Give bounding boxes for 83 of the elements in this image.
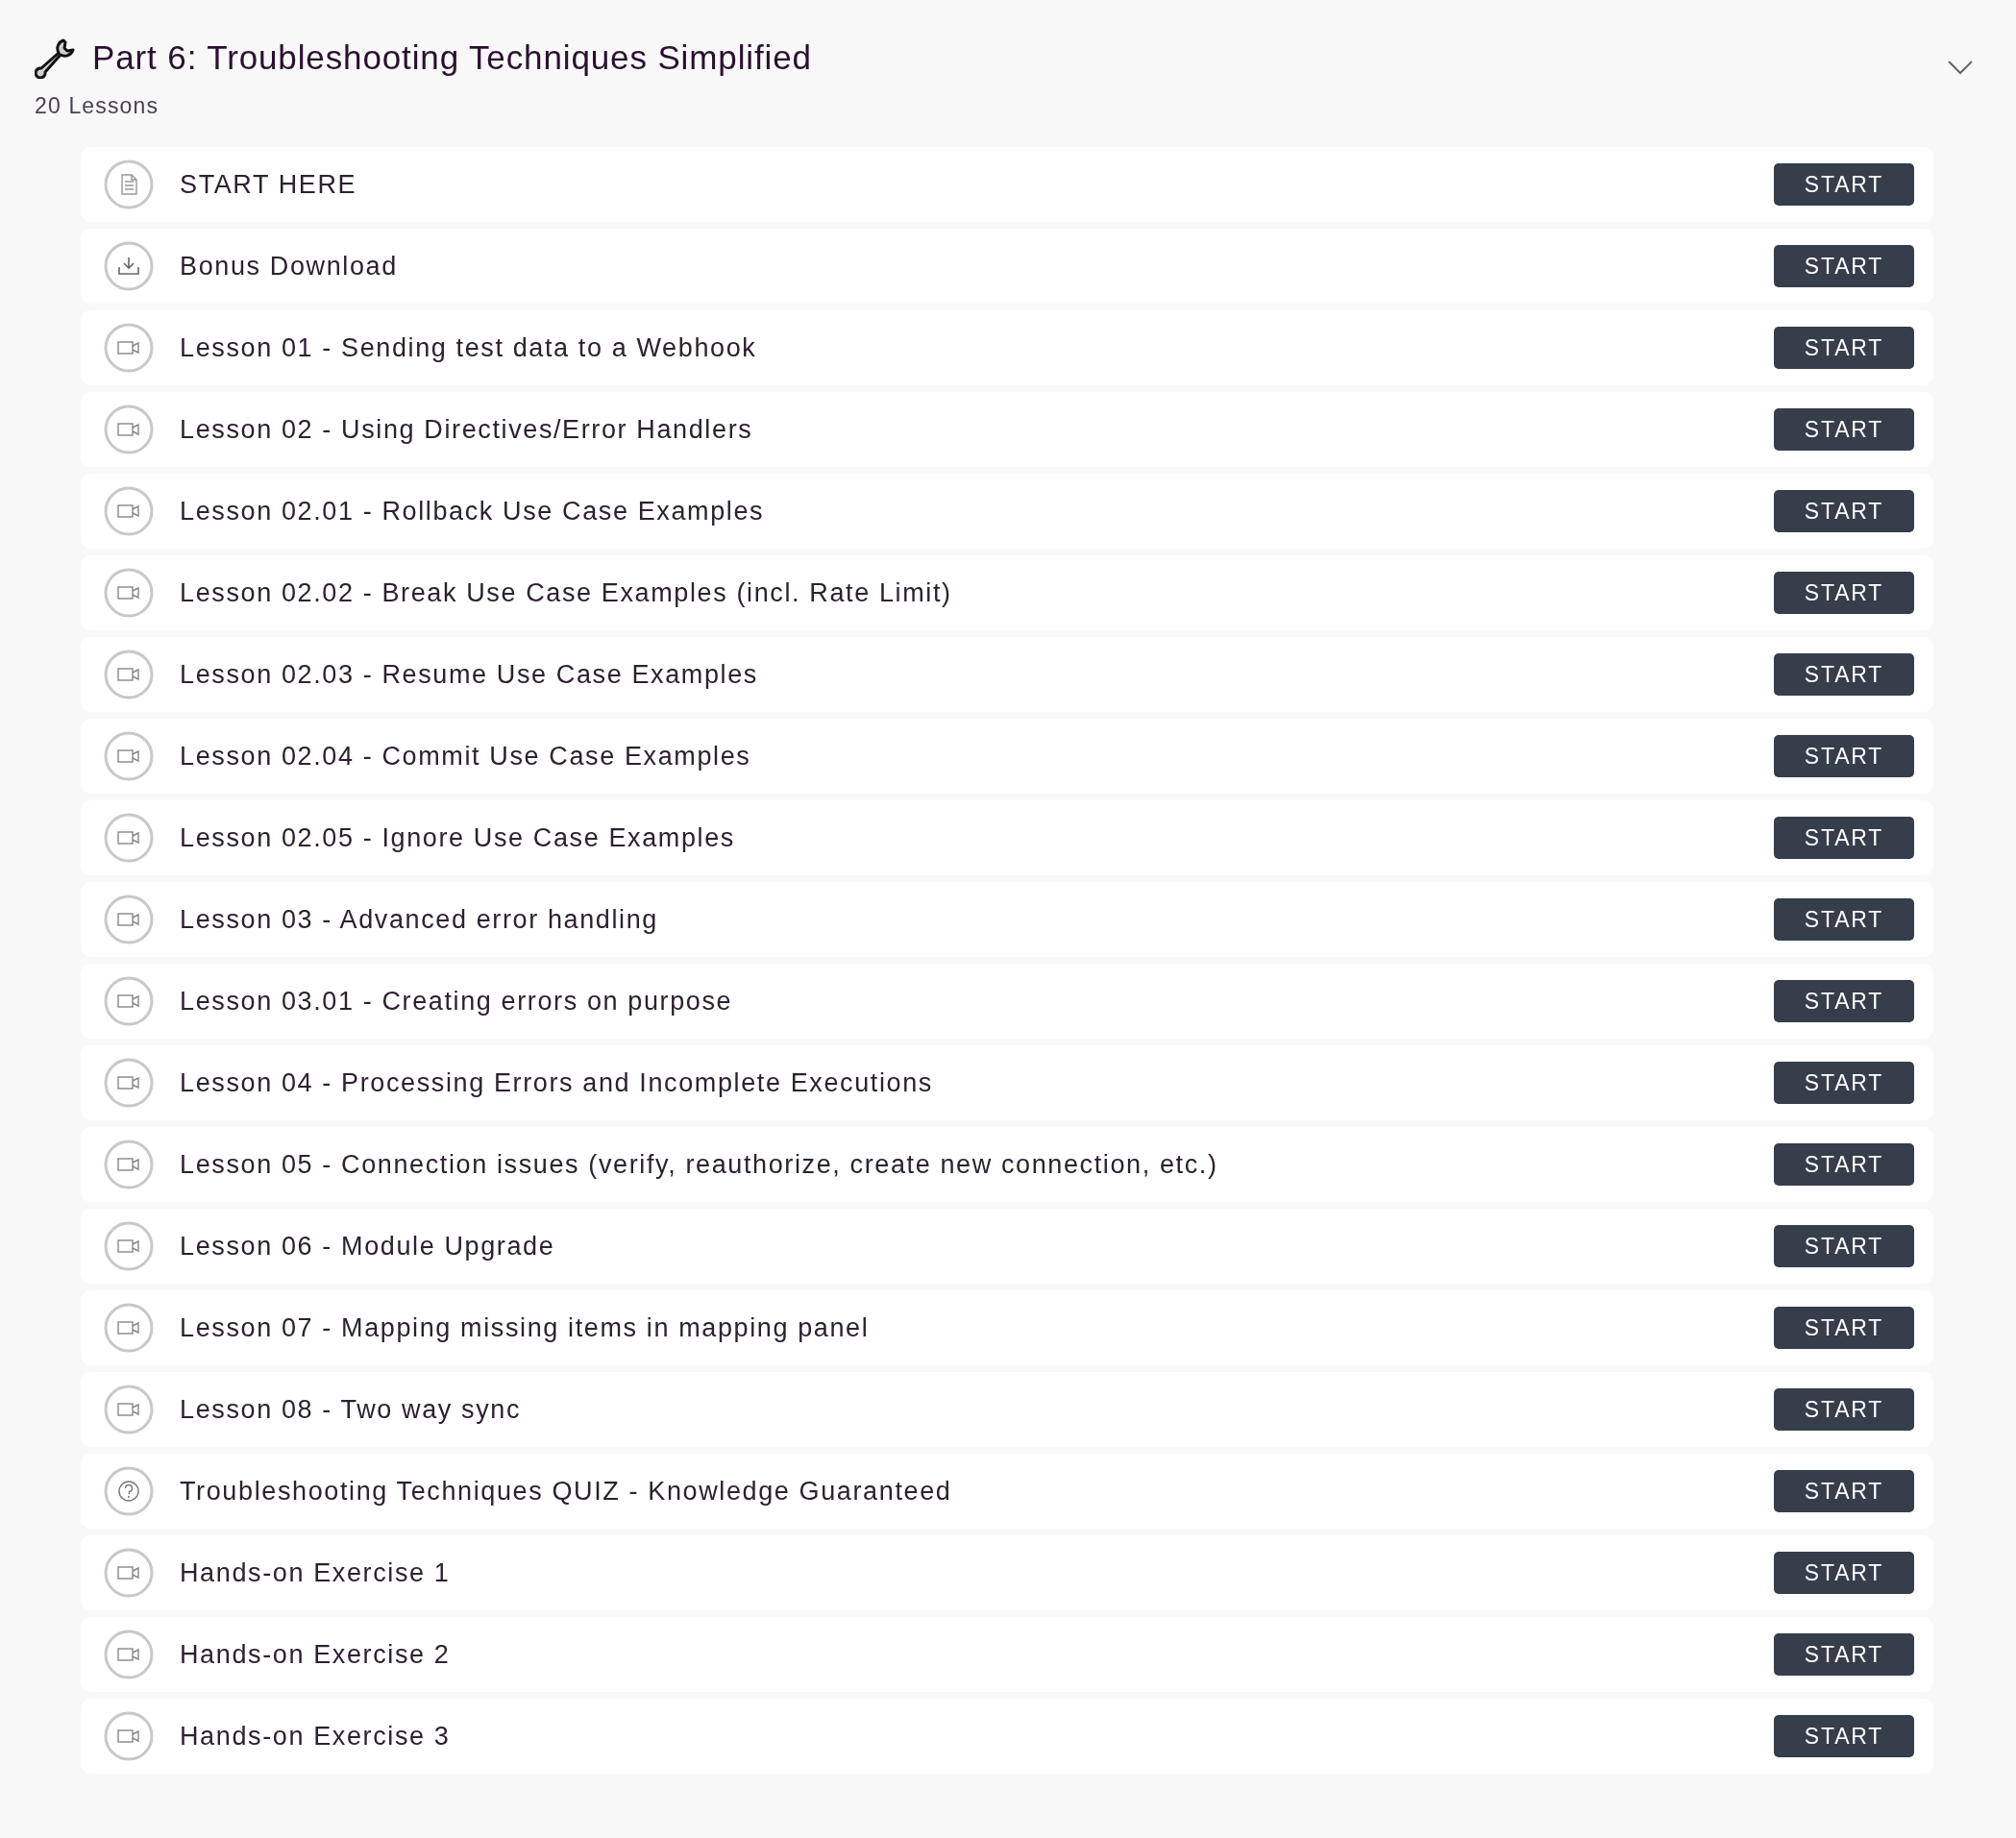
video-camera-icon	[104, 1385, 154, 1434]
lesson-title: Lesson 04 - Processing Errors and Incomplete Executions	[180, 1066, 934, 1099]
lesson-title: Lesson 02.01 - Rollback Use Case Examples	[180, 495, 766, 527]
start-button[interactable]: START	[1774, 1470, 1914, 1512]
lesson-row[interactable]: Lesson 02.05 - Ignore Use Case Examples START	[81, 800, 1933, 875]
video-camera-icon	[104, 1058, 154, 1108]
lesson-row[interactable]: Lesson 06 - Module Upgrade START	[81, 1209, 1933, 1284]
video-camera-icon	[104, 976, 154, 1026]
lesson-title: Lesson 07 - Mapping missing items in mapping panel	[180, 1311, 871, 1344]
lesson-title: Lesson 02.05 - Ignore Use Case Examples	[180, 821, 736, 854]
start-button[interactable]: START	[1774, 1388, 1914, 1431]
video-camera-icon	[104, 813, 154, 863]
lesson-row[interactable]: Lesson 05 - Connection issues (verify, reauthorize, create new connection, etc.) START	[81, 1127, 1933, 1202]
start-button[interactable]: START	[1774, 980, 1914, 1022]
lesson-row[interactable]: Lesson 02.04 - Commit Use Case Examples START	[81, 719, 1933, 794]
start-button[interactable]: START	[1774, 408, 1914, 451]
lesson-title: Lesson 02 - Using Directives/Error Handlers	[180, 413, 754, 446]
video-camera-icon	[104, 1711, 154, 1761]
lesson-row[interactable]: Lesson 02.02 - Break Use Case Examples (incl. Rate Limit) START	[81, 555, 1933, 630]
lesson-row[interactable]: START HERE START	[81, 147, 1933, 222]
lesson-count: 20 Lessons	[35, 91, 160, 120]
video-camera-icon	[104, 568, 154, 618]
video-camera-icon	[104, 1630, 154, 1679]
lesson-title: Lesson 06 - Module Upgrade	[180, 1230, 556, 1262]
video-camera-icon	[104, 894, 154, 944]
lesson-row[interactable]: Bonus Download START	[81, 229, 1933, 304]
lesson-row[interactable]: Troubleshooting Techniques QUIZ - Knowledge Guaranteed START	[81, 1454, 1933, 1529]
start-button[interactable]: START	[1774, 1715, 1914, 1757]
lesson-title: Bonus Download	[180, 250, 399, 282]
start-button[interactable]: START	[1774, 898, 1914, 941]
lesson-row[interactable]: Lesson 02.03 - Resume Use Case Examples START	[81, 637, 1933, 712]
start-button[interactable]: START	[1774, 490, 1914, 532]
video-camera-icon	[104, 486, 154, 536]
start-button[interactable]: START	[1774, 735, 1914, 777]
lesson-title: Lesson 02.04 - Commit Use Case Examples	[180, 740, 752, 772]
lesson-row[interactable]: Lesson 03.01 - Creating errors on purpose START	[81, 964, 1933, 1039]
lesson-title: Lesson 01 - Sending test data to a Webhook	[180, 331, 758, 364]
lesson-row[interactable]: Lesson 03 - Advanced error handling START	[81, 882, 1933, 957]
lesson-title: Lesson 08 - Two way sync	[180, 1393, 523, 1426]
start-button[interactable]: START	[1774, 1143, 1914, 1186]
lesson-row[interactable]: Lesson 07 - Mapping missing items in mapping panel START	[81, 1290, 1933, 1365]
section-title: Part 6: Troubleshooting Techniques Simplified	[92, 37, 812, 78]
start-button[interactable]: START	[1774, 1633, 1914, 1676]
video-camera-icon	[104, 1221, 154, 1271]
lesson-title: Lesson 02.02 - Break Use Case Examples (incl. Rate Limit)	[180, 576, 953, 609]
lesson-row[interactable]: Hands-on Exercise 1 START	[81, 1535, 1933, 1610]
video-camera-icon	[104, 1140, 154, 1189]
question-icon	[104, 1466, 154, 1516]
lesson-title: Lesson 02.03 - Resume Use Case Examples	[180, 658, 759, 691]
start-button[interactable]: START	[1774, 1552, 1914, 1594]
lesson-title: START HERE	[180, 168, 358, 201]
lesson-row[interactable]: Hands-on Exercise 2 START	[81, 1617, 1933, 1692]
lesson-title: Hands-on Exercise 3	[180, 1720, 452, 1752]
video-camera-icon	[104, 649, 154, 699]
video-camera-icon	[104, 323, 154, 373]
start-button[interactable]: START	[1774, 1307, 1914, 1349]
video-camera-icon	[104, 1548, 154, 1598]
lesson-row[interactable]: Lesson 02.01 - Rollback Use Case Examples START	[81, 474, 1933, 549]
lesson-row[interactable]: Lesson 04 - Processing Errors and Incomplete Executions START	[81, 1045, 1933, 1120]
lesson-title: Troubleshooting Techniques QUIZ - Knowledge Guaranteed	[180, 1475, 953, 1507]
start-button[interactable]: START	[1774, 653, 1914, 696]
video-camera-icon	[104, 404, 154, 454]
lesson-row[interactable]: Lesson 01 - Sending test data to a Webhook START	[81, 310, 1933, 385]
wrench-icon	[35, 37, 77, 80]
video-camera-icon	[104, 731, 154, 781]
start-button[interactable]: START	[1774, 1225, 1914, 1267]
lesson-row[interactable]: Lesson 02 - Using Directives/Error Handlers START	[81, 392, 1933, 467]
lesson-title: Lesson 03.01 - Creating errors on purpose	[180, 985, 734, 1017]
lesson-row[interactable]: Lesson 08 - Two way sync START	[81, 1372, 1933, 1447]
start-button[interactable]: START	[1774, 817, 1914, 859]
start-button[interactable]: START	[1774, 1062, 1914, 1104]
lesson-title: Hands-on Exercise 2	[180, 1638, 452, 1671]
lesson-title: Lesson 05 - Connection issues (verify, reauthorize, create new connection, etc.)	[180, 1148, 1219, 1181]
document-icon	[104, 159, 154, 209]
start-button[interactable]: START	[1774, 245, 1914, 287]
start-button[interactable]: START	[1774, 572, 1914, 614]
download-icon	[104, 241, 154, 291]
start-button[interactable]: START	[1774, 327, 1914, 369]
start-button[interactable]: START	[1774, 163, 1914, 206]
lesson-row[interactable]: Hands-on Exercise 3 START	[81, 1699, 1933, 1774]
lesson-title: Hands-on Exercise 1	[180, 1556, 452, 1589]
video-camera-icon	[104, 1303, 154, 1353]
lesson-title: Lesson 03 - Advanced error handling	[180, 903, 659, 936]
